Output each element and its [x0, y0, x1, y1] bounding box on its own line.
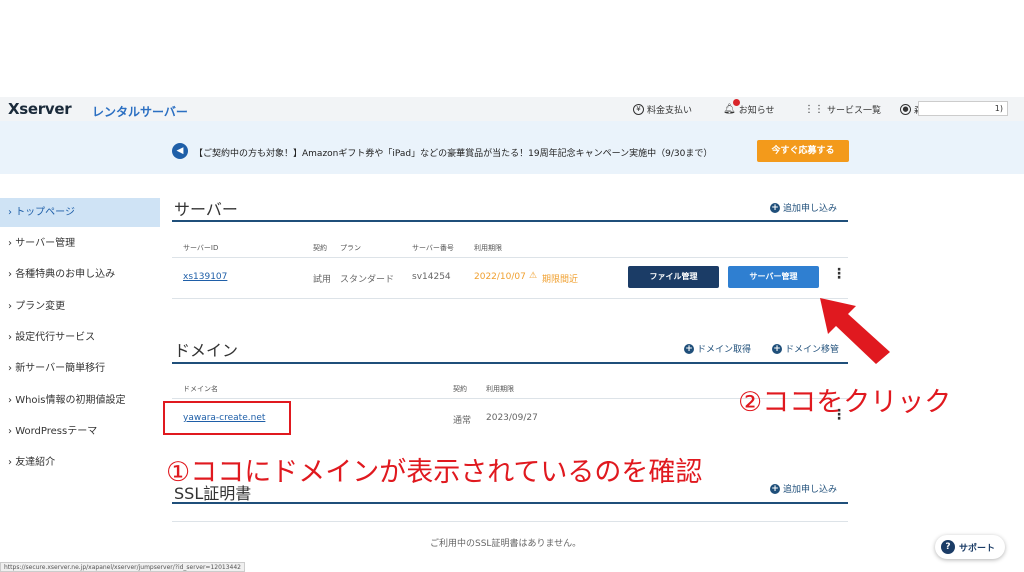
domain-acquire-label: ドメイン取得	[697, 345, 752, 355]
bell-icon: 🔔︎	[723, 104, 736, 115]
server-add-label: 追加申し込み	[783, 204, 838, 214]
sidebar-item-wordpress-theme[interactable]: › WordPressテーマ	[0, 417, 160, 446]
sidebar-item-top[interactable]: › トップページ	[0, 198, 160, 227]
user-id-field[interactable]: 1)	[918, 101, 1008, 116]
support-label: サポート	[959, 543, 996, 554]
sidebar-item-label: サーバー管理	[15, 238, 76, 249]
server-section-title: サーバー	[174, 200, 238, 219]
sidebar-item-label: トップページ	[15, 207, 75, 218]
notification-badge	[733, 99, 740, 106]
support-button[interactable]: ? サポート	[935, 535, 1005, 559]
nav-payment[interactable]: ¥ 料金支払い	[633, 103, 692, 116]
sidebar-item-label: 新サーバー簡単移行	[15, 363, 106, 374]
sidebar-item-label: 各種特典のお申し込み	[15, 269, 116, 280]
apply-now-button[interactable]: 今すぐ応募する	[757, 140, 849, 162]
server-add-link[interactable]: + 追加申し込み	[770, 201, 837, 214]
warning-icon: ⚠	[529, 271, 538, 281]
domain-acquire-link[interactable]: + ドメイン取得	[684, 342, 751, 355]
sidebar-item-label: Whois情報の初期値設定	[15, 395, 126, 406]
red-arrow-icon	[820, 298, 890, 364]
sidebar-item-label: 設定代行サービス	[15, 332, 96, 343]
col-domain-contract: 契約	[453, 385, 467, 393]
col-expiry: 利用期限	[474, 244, 502, 252]
megaphone-icon: ◀	[172, 143, 188, 159]
section-divider	[172, 362, 848, 364]
grid-icon: ⋮⋮	[804, 104, 824, 115]
yen-icon: ¥	[633, 104, 644, 115]
plus-icon: +	[770, 202, 780, 213]
file-manager-button[interactable]: ファイル管理	[628, 266, 719, 288]
logo-subtitle[interactable]: レンタルサーバー	[92, 103, 188, 120]
domain-expiry: 2023/09/27	[486, 413, 538, 423]
nav-notifications-label: お知らせ	[738, 106, 775, 116]
plus-icon: +	[772, 343, 782, 354]
sidebar-item-label: プラン変更	[15, 301, 66, 312]
section-divider	[172, 220, 848, 222]
expiry-warning: 期限間近	[542, 275, 579, 285]
sidebar-item-plan-change[interactable]: › プラン変更	[0, 292, 160, 321]
sidebar-item-setup-service[interactable]: › 設定代行サービス	[0, 323, 160, 352]
nav-notifications[interactable]: 🔔︎ お知らせ	[723, 103, 775, 116]
plus-icon: +	[684, 343, 694, 354]
row-divider	[172, 298, 848, 299]
server-more-icon[interactable]: ⋮	[832, 266, 846, 282]
server-plan: スタンダード	[340, 275, 395, 285]
ssl-add-label: 追加申し込み	[783, 485, 838, 495]
server-id-link[interactable]: xs139107	[183, 272, 227, 282]
server-expiry: 2022/10/07	[474, 272, 526, 282]
nav-services-label: サービス一覧	[827, 106, 882, 116]
annotation-click-here: ②ココをクリック	[738, 387, 952, 418]
sidebar-item-label: 友達紹介	[15, 457, 56, 468]
sidebar-item-server[interactable]: › サーバー管理	[0, 229, 160, 258]
plus-icon: +	[770, 483, 780, 494]
banner-text[interactable]: 【ご契約中の方も対象！】Amazonギフト券や「iPad」などの豪華賞品が当たる…	[194, 146, 712, 159]
sidebar-item-whois[interactable]: › Whois情報の初期値設定	[0, 386, 160, 415]
col-domain-expiry: 利用期限	[486, 385, 514, 393]
user-icon: ●	[900, 104, 911, 115]
server-panel-button[interactable]: サーバー管理	[728, 266, 819, 288]
sidebar-item-migration[interactable]: › 新サーバー簡単移行	[0, 354, 160, 383]
domain-contract: 通常	[453, 416, 472, 426]
col-contract: 契約	[313, 244, 327, 252]
sidebar-item-benefits[interactable]: › 各種特典のお申し込み	[0, 260, 160, 289]
col-server-id: サーバーID	[183, 244, 219, 252]
row-divider	[172, 257, 848, 258]
col-plan: プラン	[340, 244, 361, 252]
ssl-add-link[interactable]: + 追加申し込み	[770, 482, 837, 495]
domain-highlight-box	[163, 401, 291, 435]
col-server-number: サーバー番号	[412, 244, 454, 252]
nav-payment-label: 料金支払い	[647, 106, 693, 116]
sidebar-item-referral[interactable]: › 友達紹介	[0, 448, 160, 477]
annotation-confirm-domain: ①ココにドメインが表示されているのを確認	[166, 457, 703, 488]
question-icon: ?	[941, 540, 955, 554]
nav-services[interactable]: ⋮⋮ サービス一覧	[804, 103, 881, 116]
row-divider	[172, 521, 848, 522]
section-divider	[172, 502, 848, 504]
server-number: sv14254	[412, 272, 451, 282]
xserver-logo[interactable]: Xserver	[8, 100, 72, 118]
domain-section-title: ドメイン	[174, 341, 239, 360]
ssl-empty-message: ご利用中のSSL証明書はありません。	[430, 539, 582, 549]
server-contract: 試用	[313, 275, 332, 285]
col-domain-name: ドメイン名	[183, 385, 218, 393]
status-bar-url: https://secure.xserver.ne.jp/xapanel/xse…	[0, 562, 245, 572]
sidebar-item-label: WordPressテーマ	[15, 426, 98, 437]
